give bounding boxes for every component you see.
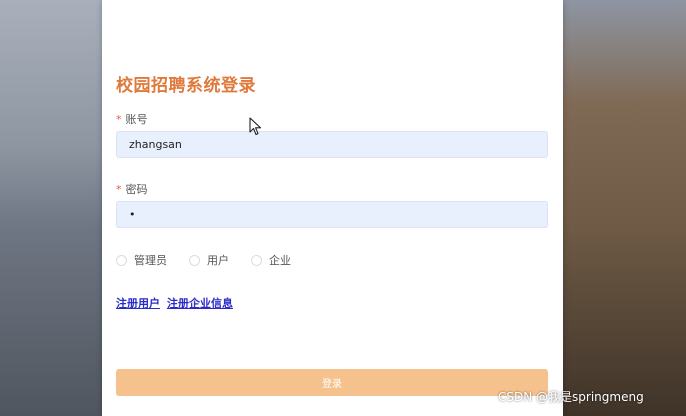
role-radio-company[interactable]: 企业	[251, 252, 291, 268]
required-star: *	[116, 183, 122, 196]
radio-circle-icon[interactable]	[116, 254, 127, 266]
radio-circle-icon[interactable]	[189, 254, 200, 266]
register-links: 注册用户 注册企业信息	[116, 295, 240, 311]
role-label: 用户	[207, 254, 229, 267]
role-radio-group: 管理员 用户 企业	[116, 252, 313, 268]
page-title: 校园招聘系统登录	[116, 76, 256, 96]
radio-circle-icon[interactable]	[251, 254, 262, 266]
login-button[interactable]: 登录	[116, 369, 548, 396]
register-user-link[interactable]: 注册用户	[116, 297, 160, 310]
password-input[interactable]	[116, 201, 548, 228]
role-radio-admin[interactable]: 管理员	[116, 252, 167, 268]
role-radio-user[interactable]: 用户	[189, 252, 229, 268]
background-left-scene	[0, 0, 102, 416]
register-company-link[interactable]: 注册企业信息	[167, 297, 233, 310]
account-label-text: 账号	[125, 113, 148, 126]
role-label: 企业	[269, 254, 291, 267]
password-label-text: 密码	[125, 183, 148, 196]
mouse-cursor-icon	[249, 117, 262, 136]
password-label: * 密码	[116, 181, 148, 197]
required-star: *	[116, 113, 122, 126]
account-label: * 账号	[116, 111, 148, 127]
account-input[interactable]	[116, 131, 548, 158]
background-right-building	[563, 0, 686, 416]
role-label: 管理员	[134, 254, 167, 267]
watermark: CSDN @我是springmeng	[498, 390, 644, 404]
